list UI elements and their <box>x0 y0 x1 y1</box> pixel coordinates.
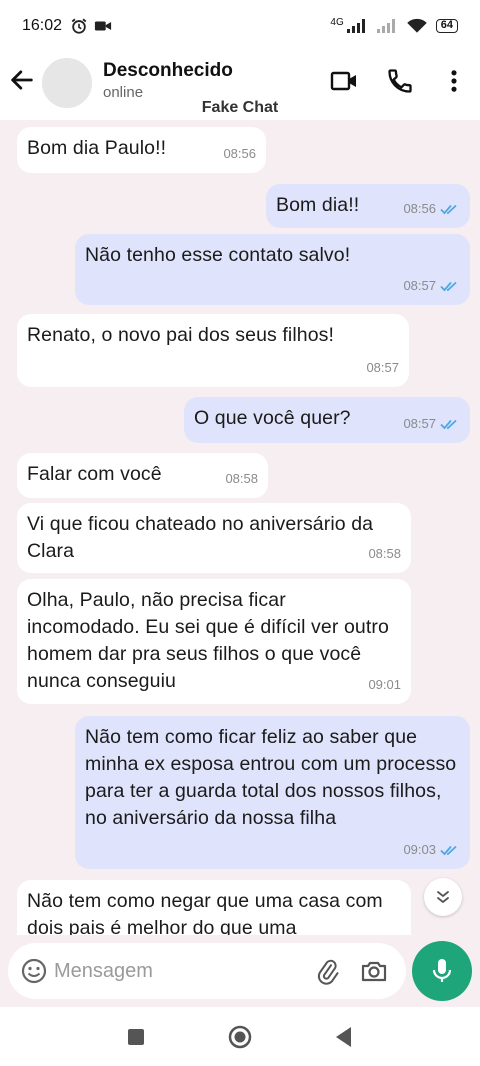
message-bubble-incoming[interactable]: Renato, o novo pai dos seus filhos! 08:5… <box>17 314 409 387</box>
message-time: 08:57 <box>403 278 436 293</box>
message-text: Vi que ficou chateado no aniversário da … <box>27 513 374 562</box>
message-time: 08:58 <box>368 546 401 561</box>
read-check-icon <box>440 204 457 214</box>
status-time: 16:02 <box>22 17 63 34</box>
app-label: Fake Chat <box>201 99 279 116</box>
message-input[interactable] <box>54 943 294 999</box>
read-check-icon <box>440 419 457 429</box>
contact-name[interactable]: Desconhecido <box>103 60 233 82</box>
more-vert-icon[interactable] <box>440 67 468 95</box>
message-time: 08:56 <box>223 146 256 161</box>
network-type: 4G <box>330 16 344 28</box>
message-text: Bom dia Paulo!! <box>27 137 167 159</box>
message-bubble-outgoing[interactable]: Não tem como ficar feliz ao saber que mi… <box>75 716 470 869</box>
message-text: Falar com você <box>27 463 162 485</box>
video-call-icon[interactable] <box>330 67 358 95</box>
message-time: 08:57 <box>403 416 436 431</box>
emoji-icon[interactable] <box>20 957 48 985</box>
recents-icon[interactable] <box>122 1023 150 1051</box>
message-time: 08:56 <box>403 201 436 216</box>
message-bubble-outgoing[interactable]: O que você quer? 08:57 <box>184 397 470 443</box>
alarm-icon <box>71 18 87 34</box>
battery-indicator: 64 <box>435 19 458 33</box>
chat-header: Desconhecido online Fake Chat <box>0 52 480 120</box>
message-text: Não tem como negar que uma casa com dois… <box>27 890 383 935</box>
signal-icon <box>346 19 365 33</box>
message-bubble-outgoing[interactable]: Bom dia!! 08:56 <box>266 184 470 228</box>
back-arrow-icon[interactable] <box>8 66 36 94</box>
message-bubble-incoming[interactable]: Não tem como negar que uma casa com dois… <box>17 880 411 935</box>
chat-area[interactable]: Bom dia Paulo!! 08:56 Bom dia!! 08:56 Nã… <box>0 120 480 935</box>
back-nav-icon[interactable] <box>330 1023 358 1051</box>
message-text: Olha, Paulo, não precisa ficar incomodad… <box>27 589 389 692</box>
composer <box>0 935 480 1007</box>
home-icon[interactable] <box>226 1023 254 1051</box>
message-bubble-outgoing[interactable]: Não tenho esse contato salvo! 08:57 <box>75 234 470 305</box>
message-text: Não tenho esse contato salvo! <box>85 244 351 266</box>
read-check-icon <box>440 281 457 291</box>
message-time: 08:58 <box>225 471 258 486</box>
message-time: 09:03 <box>403 842 436 857</box>
scroll-down-button[interactable] <box>424 878 462 916</box>
phone-icon[interactable] <box>386 67 414 95</box>
message-bubble-incoming[interactable]: Vi que ficou chateado no aniversário da … <box>17 503 411 573</box>
mic-icon <box>432 959 452 982</box>
message-time: 09:01 <box>368 677 401 692</box>
mic-button[interactable] <box>412 941 472 1001</box>
message-input-box[interactable] <box>8 943 406 999</box>
status-bar: 16:02 4G 64 <box>0 0 480 52</box>
scroll-down-icon <box>437 891 449 903</box>
video-status-icon <box>94 21 112 31</box>
wifi-icon <box>406 18 427 33</box>
signal-2-icon <box>376 19 395 33</box>
attach-icon[interactable] <box>313 957 341 985</box>
camera-icon[interactable] <box>360 957 388 985</box>
message-time: 08:57 <box>366 360 399 375</box>
read-check-icon <box>440 845 457 855</box>
message-text: Não tem como ficar feliz ao saber que mi… <box>85 726 457 829</box>
message-text: Renato, o novo pai dos seus filhos! <box>27 324 335 346</box>
message-bubble-incoming[interactable]: Olha, Paulo, não precisa ficar incomodad… <box>17 579 411 704</box>
message-bubble-incoming[interactable]: Bom dia Paulo!! 08:56 <box>17 127 266 173</box>
system-nav-bar <box>0 1007 480 1066</box>
message-bubble-incoming[interactable]: Falar com você 08:58 <box>17 453 268 498</box>
